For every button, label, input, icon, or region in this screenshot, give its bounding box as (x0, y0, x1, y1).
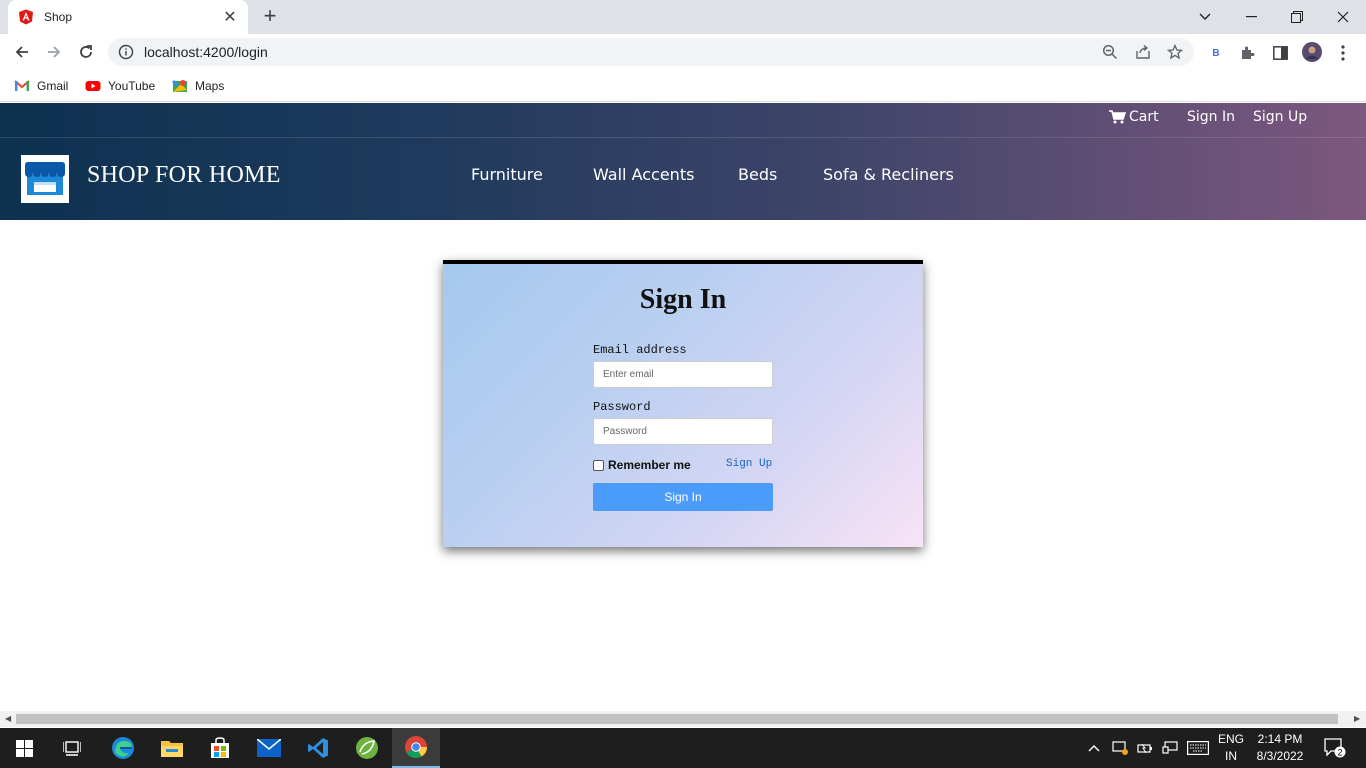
close-window-icon[interactable] (1320, 0, 1366, 34)
scroll-thumb[interactable] (16, 714, 1338, 724)
region-code: IN (1225, 749, 1237, 763)
browser-tab-strip: Shop ✕ + (0, 0, 1366, 34)
notification-count: 2 (1337, 748, 1342, 758)
reload-icon[interactable] (74, 40, 98, 64)
brand-name[interactable]: SHOP FOR HOME (87, 162, 281, 189)
password-label: Password (593, 400, 651, 414)
bookmark-star-icon[interactable] (1167, 44, 1183, 60)
info-icon[interactable] (118, 44, 134, 60)
battery-icon[interactable] (1137, 742, 1153, 754)
browser-toolbar: localhost:4200/login B (0, 34, 1366, 70)
nav-sofa-recliners[interactable]: Sofa & Recliners (823, 165, 954, 184)
scroll-right-icon[interactable]: ▶ (1354, 714, 1360, 723)
vscode-icon[interactable] (294, 728, 342, 768)
site-topbar: Cart Sign In Sign Up (0, 103, 1366, 138)
url-text: localhost:4200/login (144, 44, 268, 60)
restore-icon[interactable] (1274, 0, 1320, 34)
email-label: Email address (593, 343, 687, 357)
gmail-icon (14, 80, 30, 91)
email-field[interactable] (593, 361, 773, 388)
new-tab-icon[interactable]: + (258, 5, 282, 29)
bookmark-gmail[interactable]: Gmail (14, 76, 68, 96)
site-header: Cart Sign In Sign Up SHOP FOR HOME Furni… (0, 103, 1366, 220)
spring-tool-icon[interactable] (343, 728, 391, 768)
sign-in-link[interactable]: Sign In (1187, 109, 1235, 125)
sign-in-title: Sign In (639, 284, 727, 315)
language-code: ENG (1217, 732, 1244, 746)
forward-icon[interactable] (42, 40, 66, 64)
sign-in-button[interactable]: Sign In (593, 483, 773, 511)
cart-link[interactable]: Cart (1109, 109, 1159, 125)
task-view-icon[interactable] (48, 728, 96, 768)
zoom-icon[interactable] (1102, 44, 1118, 60)
sign-in-card: Sign In Email address Password Remember … (443, 260, 923, 547)
file-explorer-icon[interactable] (148, 728, 196, 768)
keyboard-icon[interactable] (1187, 741, 1209, 755)
close-tab-icon[interactable]: ✕ (222, 7, 238, 27)
back-icon[interactable] (10, 40, 34, 64)
angular-icon (19, 9, 33, 25)
nav-beds[interactable]: Beds (738, 165, 777, 184)
youtube-icon (85, 81, 101, 91)
network-adapter-icon[interactable] (1112, 741, 1128, 755)
minimize-icon[interactable] (1228, 0, 1274, 34)
nav-furniture[interactable]: Furniture (471, 165, 543, 184)
tab-search-icon[interactable] (1182, 0, 1228, 34)
sign-up-link-card[interactable]: Sign Up (726, 458, 772, 470)
remember-me-checkbox[interactable] (593, 459, 604, 471)
remember-me-label: Remember me (608, 458, 691, 472)
system-tray (1088, 728, 1209, 768)
storefront-icon (25, 162, 65, 195)
bookmark-label: YouTube (108, 79, 156, 93)
clock-date: 8/3/2022 (1256, 749, 1304, 763)
input-language[interactable]: ENG IN (1214, 731, 1248, 765)
scroll-left-icon[interactable]: ◀ (5, 714, 11, 723)
extensions-puzzle-icon[interactable] (1239, 44, 1257, 62)
bookmark-maps[interactable]: Maps (172, 76, 224, 96)
windows-start-icon[interactable] (0, 728, 48, 768)
shop-logo[interactable] (21, 155, 69, 203)
browser-tab[interactable]: Shop ✕ (8, 0, 248, 34)
cart-label: Cart (1129, 109, 1159, 125)
chrome-taskbar-icon[interactable] (392, 728, 440, 768)
chrome-menu-icon[interactable] (1334, 44, 1352, 62)
notifications-icon[interactable]: 2 (1318, 728, 1352, 768)
cart-icon (1109, 110, 1126, 124)
side-panel-icon[interactable] (1271, 44, 1289, 62)
sign-up-link[interactable]: Sign Up (1253, 109, 1307, 125)
store-icon[interactable] (196, 728, 244, 768)
password-field[interactable] (593, 418, 773, 445)
bookmark-label: Gmail (37, 79, 69, 93)
address-bar[interactable]: localhost:4200/login (108, 38, 1194, 66)
ethernet-icon[interactable] (1162, 741, 1178, 755)
extension-b-icon[interactable]: B (1207, 44, 1225, 62)
bookmarks-bar: Gmail YouTube Maps (0, 70, 1366, 102)
clock-time: 2:14 PM (1257, 732, 1303, 746)
taskbar: ENG IN 2:14 PM 8/3/2022 2 (0, 728, 1366, 768)
horizontal-scrollbar[interactable]: ◀ ▶ (0, 711, 1366, 727)
remember-me[interactable]: Remember me (593, 458, 691, 472)
mail-icon[interactable] (245, 728, 293, 768)
bookmark-youtube[interactable]: YouTube (85, 76, 155, 96)
nav-wall-accents[interactable]: Wall Accents (593, 165, 694, 184)
edge-icon[interactable] (99, 728, 147, 768)
tab-title: Shop (44, 10, 73, 24)
bookmark-label: Maps (195, 79, 225, 93)
clock[interactable]: 2:14 PM 8/3/2022 (1252, 731, 1308, 765)
profile-avatar-icon[interactable] (1302, 42, 1322, 62)
show-hidden-icons-icon[interactable] (1088, 744, 1100, 752)
maps-icon (172, 79, 187, 92)
share-icon[interactable] (1135, 44, 1151, 60)
